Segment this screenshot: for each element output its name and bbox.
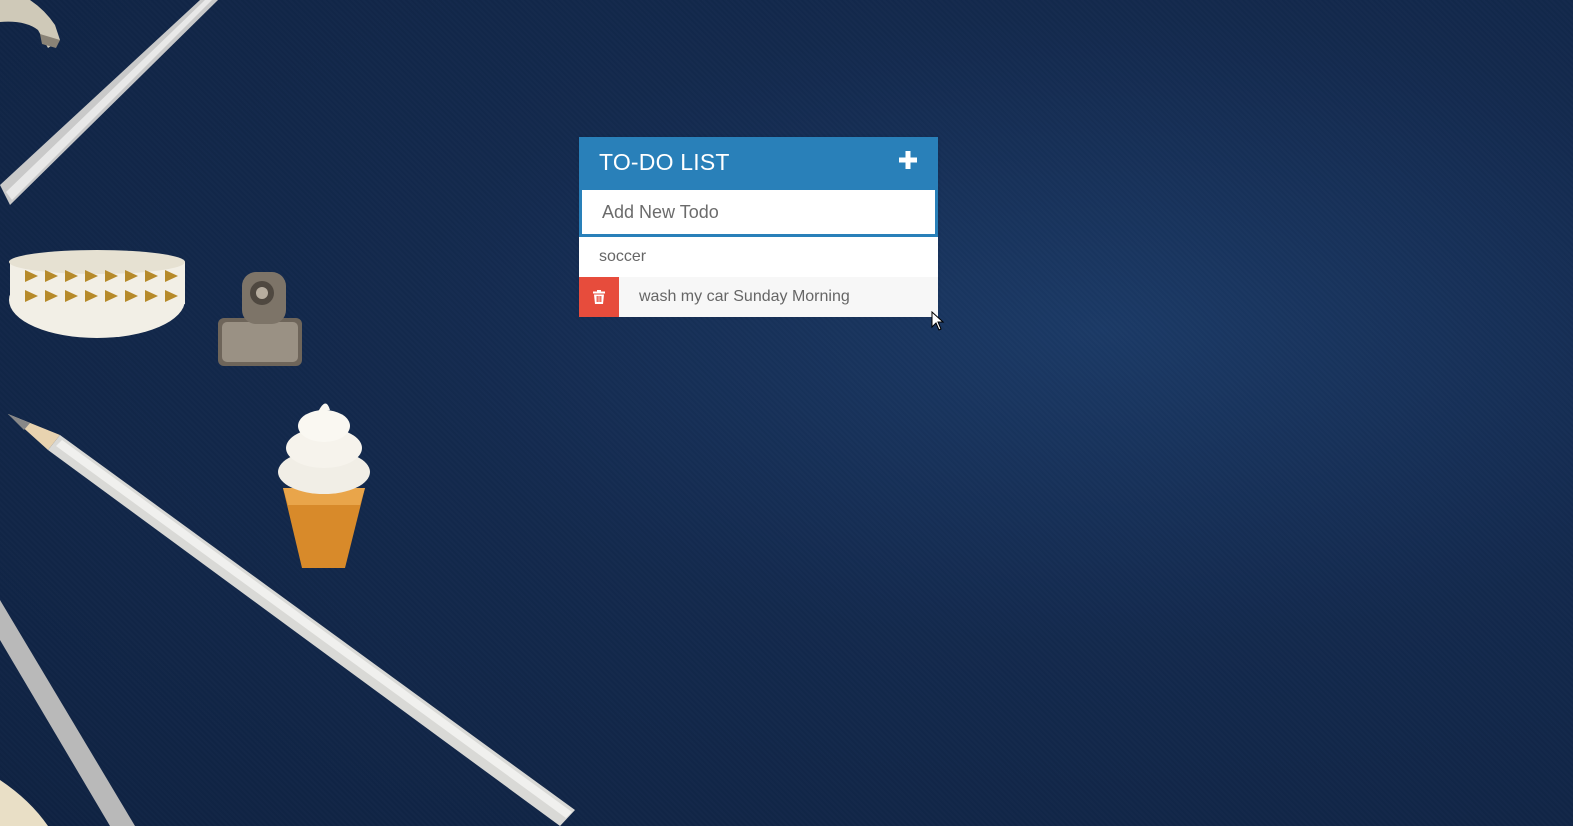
todo-item-text: soccer — [599, 248, 647, 265]
new-todo-input[interactable] — [582, 190, 935, 234]
todo-list: soccer wash my car Sunday Morning — [579, 237, 938, 317]
new-todo-input-wrapper — [579, 187, 938, 237]
plus-icon[interactable] — [898, 150, 918, 170]
delete-todo-button[interactable] — [579, 277, 619, 317]
metal-clip-image — [218, 272, 302, 366]
todo-item-text: wash my car Sunday Morning — [639, 288, 850, 305]
todo-header: TO-DO LIST — [579, 137, 938, 187]
binder-clip-top-image — [0, 0, 60, 48]
tape-corner-image — [0, 780, 48, 826]
ice-cream-eraser-image — [278, 403, 370, 568]
pencil-top-image — [0, 0, 218, 205]
trash-icon — [593, 290, 605, 304]
desk-props-decoration — [0, 0, 575, 826]
washi-tape-image — [9, 250, 185, 338]
todo-item[interactable]: soccer — [579, 237, 938, 277]
pencil-bottom-image — [0, 600, 135, 826]
mouse-cursor-icon — [931, 311, 945, 331]
todo-item[interactable]: wash my car Sunday Morning — [579, 277, 938, 317]
todo-widget: TO-DO LIST soccer wash my car Sund — [579, 137, 938, 317]
todo-title: TO-DO LIST — [599, 148, 730, 175]
